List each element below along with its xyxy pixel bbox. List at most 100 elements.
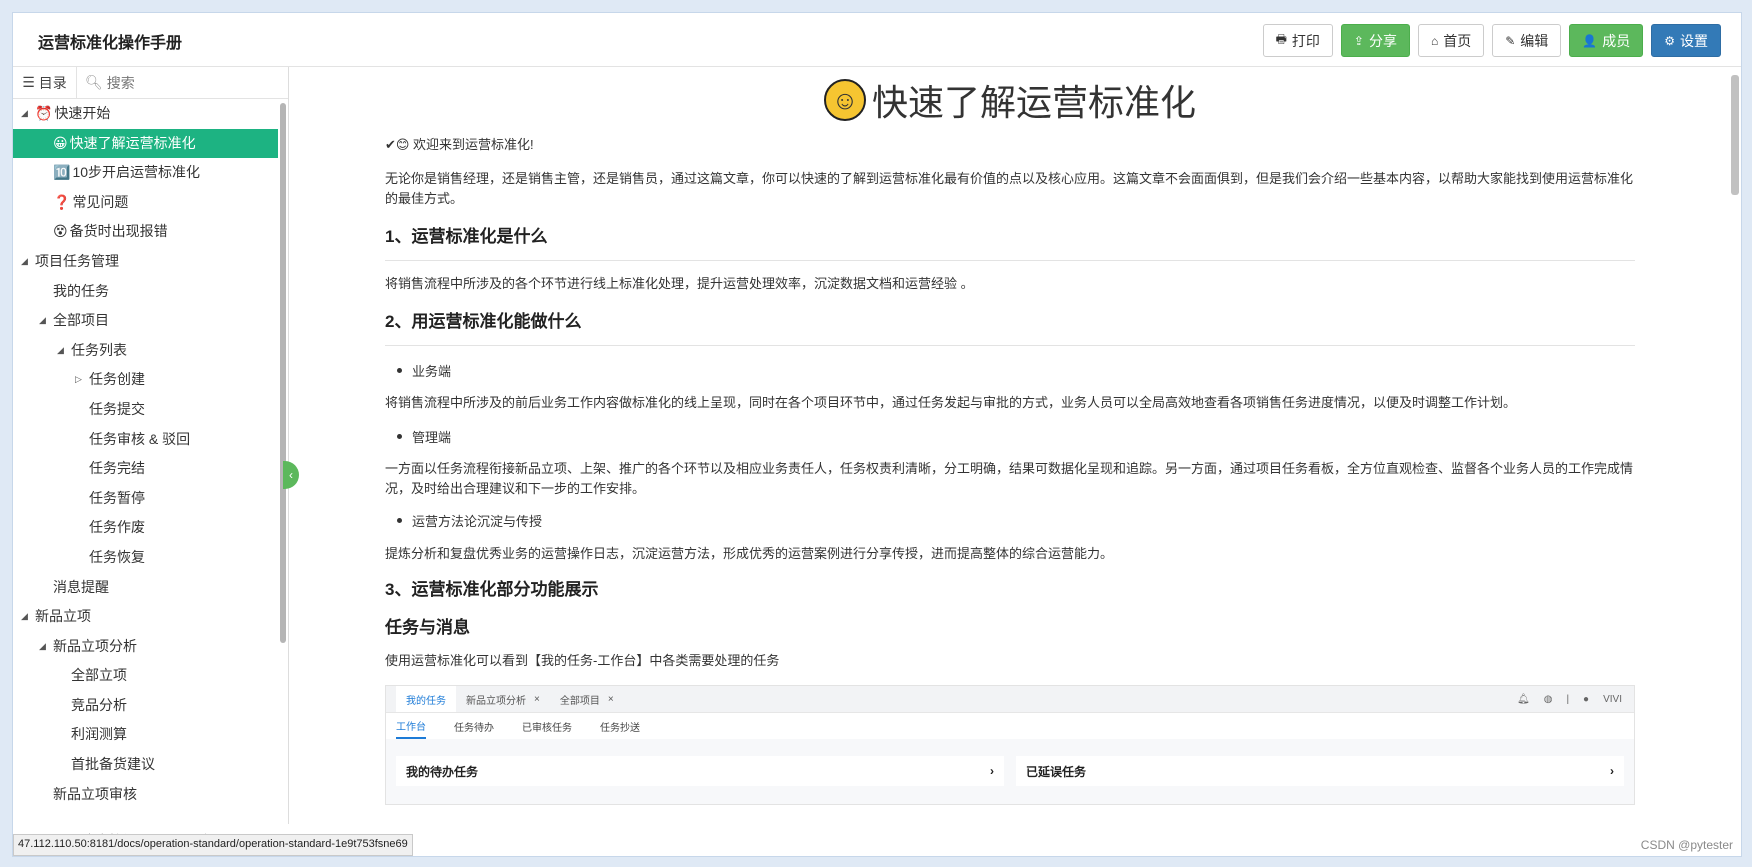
section-3-heading: 3、运营标准化部分功能展示 — [385, 580, 599, 599]
expanded-arrow-icon[interactable]: ◢ — [39, 306, 46, 336]
card-title: 我的待办任务 — [406, 764, 479, 779]
toolbar-button[interactable]: ⇪ 分享 — [1340, 24, 1410, 57]
screenshot-tab: 我的任务 — [396, 686, 456, 712]
toc-item-label: 新品立项审核 — [53, 785, 137, 802]
toolbar-button[interactable]: ⚙ 设置 — [1651, 24, 1721, 57]
content-scrollbar[interactable] — [1731, 75, 1739, 195]
toc-item[interactable]: 消息提醒 — [13, 573, 278, 603]
toc-item-label: 任务完结 — [89, 460, 145, 477]
toc-item[interactable]: 🔟 10步开启运营标准化 — [13, 158, 278, 188]
collapsed-arrow-icon[interactable]: ▷ — [75, 365, 82, 395]
sidebar-header: ☰ 目录 🔍︎ — [13, 67, 288, 99]
screenshot-subtab: 工作台 — [396, 713, 426, 739]
bullet-3-text: 提炼分析和复盘优秀业务的运营操作日志，沉淀运营方法，形成优秀的运营案例进行分享传… — [385, 546, 1114, 561]
grinning-face-icon: ☺ — [823, 79, 866, 121]
section-4-heading: 任务与消息 — [385, 618, 470, 637]
toolbar-button-label: 编辑 — [1520, 32, 1549, 49]
divider — [385, 345, 1635, 346]
section-1-text: 将销售流程中所涉及的各个环节进行线上标准化处理，提升运营处理效率，沉淀数据文档和… — [385, 276, 974, 291]
toc-item[interactable]: 任务提交 — [13, 395, 278, 425]
search-box[interactable]: 🔍︎ — [77, 74, 288, 91]
toc-item[interactable]: ◢ 新品立项分析 — [13, 632, 278, 662]
toolbar-button-label: 设置 — [1680, 32, 1708, 49]
list-item: 管理端 — [385, 427, 451, 446]
welcome-line: ✔😊 欢迎来到运营标准化! — [385, 137, 534, 152]
emoji-icon: 😵 — [53, 223, 68, 240]
toc-item-label: 全部立项 — [71, 667, 127, 684]
toc-item-label: 新品立项分析 — [53, 637, 137, 654]
sidebar-scrollbar[interactable] — [280, 103, 286, 643]
bullet-1-text: 将销售流程中所涉及的前后业务工作内容做标准化的线上呈现，同时在各个项目环节中，通… — [385, 395, 1517, 410]
toc-item[interactable]: ◢ 全部项目 — [13, 306, 278, 336]
close-icon: × — [607, 693, 614, 705]
toolbar-button-label: 成员 — [1602, 32, 1631, 49]
toc-item[interactable]: ◢ ⏰ 快速开始 — [13, 99, 278, 129]
chevron-left-icon: ‹ — [289, 468, 293, 482]
toc-item-label: 快速开始 — [54, 105, 111, 121]
toc-item[interactable]: 任务恢复 — [13, 543, 278, 573]
screenshot-tab-label: 我的任务 — [406, 695, 446, 707]
toc-item[interactable]: 😀 快速了解运营标准化 — [13, 128, 278, 159]
screenshot-tab-label: 新品立项分析 — [466, 695, 526, 707]
toc-item[interactable]: 全部立项 — [13, 661, 278, 691]
toc-item-label: 备货时出现报错 — [69, 223, 168, 240]
expanded-arrow-icon[interactable]: ◢ — [21, 602, 28, 632]
toc-item[interactable]: 我的任务 — [13, 277, 278, 307]
toc-item[interactable]: ◢ 新品立项 — [13, 602, 278, 632]
toc-item[interactable]: ❓ 常见问题 — [13, 188, 278, 218]
toc-item-label: 任务作废 — [89, 519, 145, 536]
toc-item-label: 任务审核 & 驳回 — [89, 430, 191, 447]
intro-paragraph: 无论你是销售经理，还是销售主管，还是销售员，通过这篇文章，你可以快速的了解到运营… — [385, 171, 1634, 206]
emoji-icon: 🔟 — [53, 164, 71, 181]
expanded-arrow-icon[interactable]: ◢ — [21, 99, 28, 129]
emoji-icon: ⏰ — [35, 105, 53, 121]
edit-icon: ✎ — [1505, 33, 1516, 48]
toolbar-button[interactable]: ⌂ 首页 — [1417, 24, 1485, 57]
list-item: 运营方法论沉淀与传授 — [385, 511, 542, 530]
screenshot-subtab: 任务待办 — [454, 722, 494, 734]
expanded-arrow-icon[interactable]: ◢ — [21, 247, 28, 277]
toolbar-button[interactable]: 🖶 打印 — [1262, 24, 1333, 57]
toolbar-button[interactable]: ✎ 编辑 — [1492, 24, 1562, 57]
share-icon: ⇪ — [1353, 33, 1364, 48]
toc-item[interactable]: 竞品分析 — [13, 691, 278, 721]
section-4-text: 使用运营标准化可以看到【我的任务-工作台】中各类需要处理的任务 — [385, 653, 780, 668]
toolbar-button-label: 首页 — [1443, 32, 1472, 49]
toc-item[interactable]: 首批备货建议 — [13, 750, 278, 780]
toc-item-label: 10步开启运营标准化 — [72, 164, 201, 181]
expanded-arrow-icon[interactable]: ◢ — [39, 632, 46, 662]
toc-item[interactable]: ◢ 任务列表 — [13, 336, 278, 366]
list-item-text: 管理端 — [412, 430, 452, 445]
toc-item[interactable]: ▷ 任务创建 — [13, 365, 278, 395]
article: ☺ 快速了解运营标准化 ✔😊 欢迎来到运营标准化! 无论你是销售经理，还是销售主… — [385, 67, 1635, 805]
doc-title[interactable]: 运营标准化操作手册 — [38, 29, 182, 53]
screenshot-cards: 我的待办任务 › 已延误任务 › — [386, 756, 1634, 786]
screenshot-tab: 全部项目 × — [550, 686, 624, 712]
toc-item-label: 竞品分析 — [71, 696, 127, 713]
toc-item[interactable]: 利润测算 — [13, 720, 278, 750]
app-window: 运营标准化操作手册 🖶打印⇪分享⌂首页 ✎ 编辑 👤成员⚙设置 ☰ 目录 🔍︎ ◢ ⏰快… — [12, 12, 1742, 857]
toc-item[interactable]: 😵 备货时出现报错 — [13, 217, 278, 247]
screenshot-tab: 新品立项分析 × — [456, 686, 550, 712]
expanded-arrow-icon[interactable]: ◢ — [57, 336, 64, 366]
status-bar-url: 47.112.110.50:8181/docs/operation-standa… — [13, 834, 413, 856]
screenshot-username: VIVI — [1603, 693, 1622, 705]
section-1-heading: 1、运营标准化是什么 — [385, 227, 548, 246]
toc-item-label: 任务暂停 — [89, 489, 145, 506]
toc-item[interactable]: ◢ 项目任务管理 — [13, 247, 278, 277]
toc-button[interactable]: ☰ 目录 — [13, 67, 77, 98]
sidebar: ☰ 目录 🔍︎ ◢⏰快速开始😀快速了解运营标准化🔟10步开启运营标准化❓常见问题… — [13, 67, 289, 856]
toc-item[interactable]: 任务作废 — [13, 513, 278, 543]
emoji-icon: 😀 — [53, 134, 68, 151]
search-input[interactable] — [106, 74, 257, 91]
toc-item[interactable]: 任务审核 & 驳回 — [13, 425, 278, 455]
toc-item[interactable]: 任务完结 — [13, 454, 278, 484]
divider — [385, 260, 1635, 261]
emoji-icon: ❓ — [53, 193, 71, 210]
toc-item-label: 全部项目 — [53, 312, 109, 329]
toc-item[interactable]: 任务暂停 — [13, 484, 278, 514]
separator: | — [1566, 693, 1570, 705]
toc-item[interactable]: 新品立项审核 — [13, 780, 278, 810]
toolbar-button[interactable]: 👤 成员 — [1569, 24, 1644, 57]
screenshot-subtabs: 工作台 任务待办 已审核任务 任务抄送 — [386, 713, 1634, 739]
